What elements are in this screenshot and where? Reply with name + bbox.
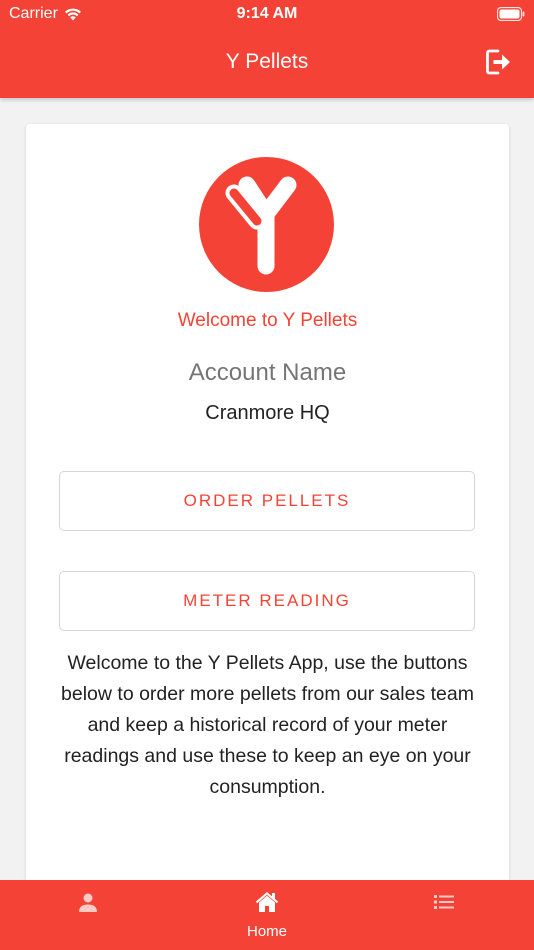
meter-reading-button[interactable]: METER READING	[59, 571, 475, 631]
intro-text: Welcome to the Y Pellets App, use the bu…	[61, 652, 474, 798]
app-bar: Carrier 9:14 AM Y Pellets	[0, 0, 534, 98]
nav-home[interactable]: Home	[217, 880, 317, 950]
bottom-navigation: Home	[0, 880, 534, 950]
nav-profile[interactable]	[38, 880, 138, 950]
home-icon	[255, 892, 279, 912]
nav-list[interactable]	[394, 880, 494, 950]
logout-icon[interactable]	[484, 48, 512, 76]
nav-home-label: Home	[246, 923, 287, 940]
account-name-heading: Account Name	[188, 359, 347, 386]
list-icon	[434, 895, 454, 909]
home-card: Welcome to Y Pellets Account Name Cranmo…	[26, 124, 509, 924]
battery-icon	[497, 7, 525, 21]
status-bar: Carrier 9:14 AM	[0, 0, 534, 28]
person-icon	[79, 893, 97, 912]
account-name-value: Cranmore HQ	[205, 402, 330, 424]
status-time: 9:14 AM	[236, 5, 298, 22]
app-title: Y Pellets	[225, 50, 309, 73]
order-pellets-button[interactable]: ORDER PELLETS	[59, 471, 475, 531]
welcome-text: Welcome to Y Pellets	[177, 310, 358, 331]
y-pellets-logo	[199, 157, 334, 292]
